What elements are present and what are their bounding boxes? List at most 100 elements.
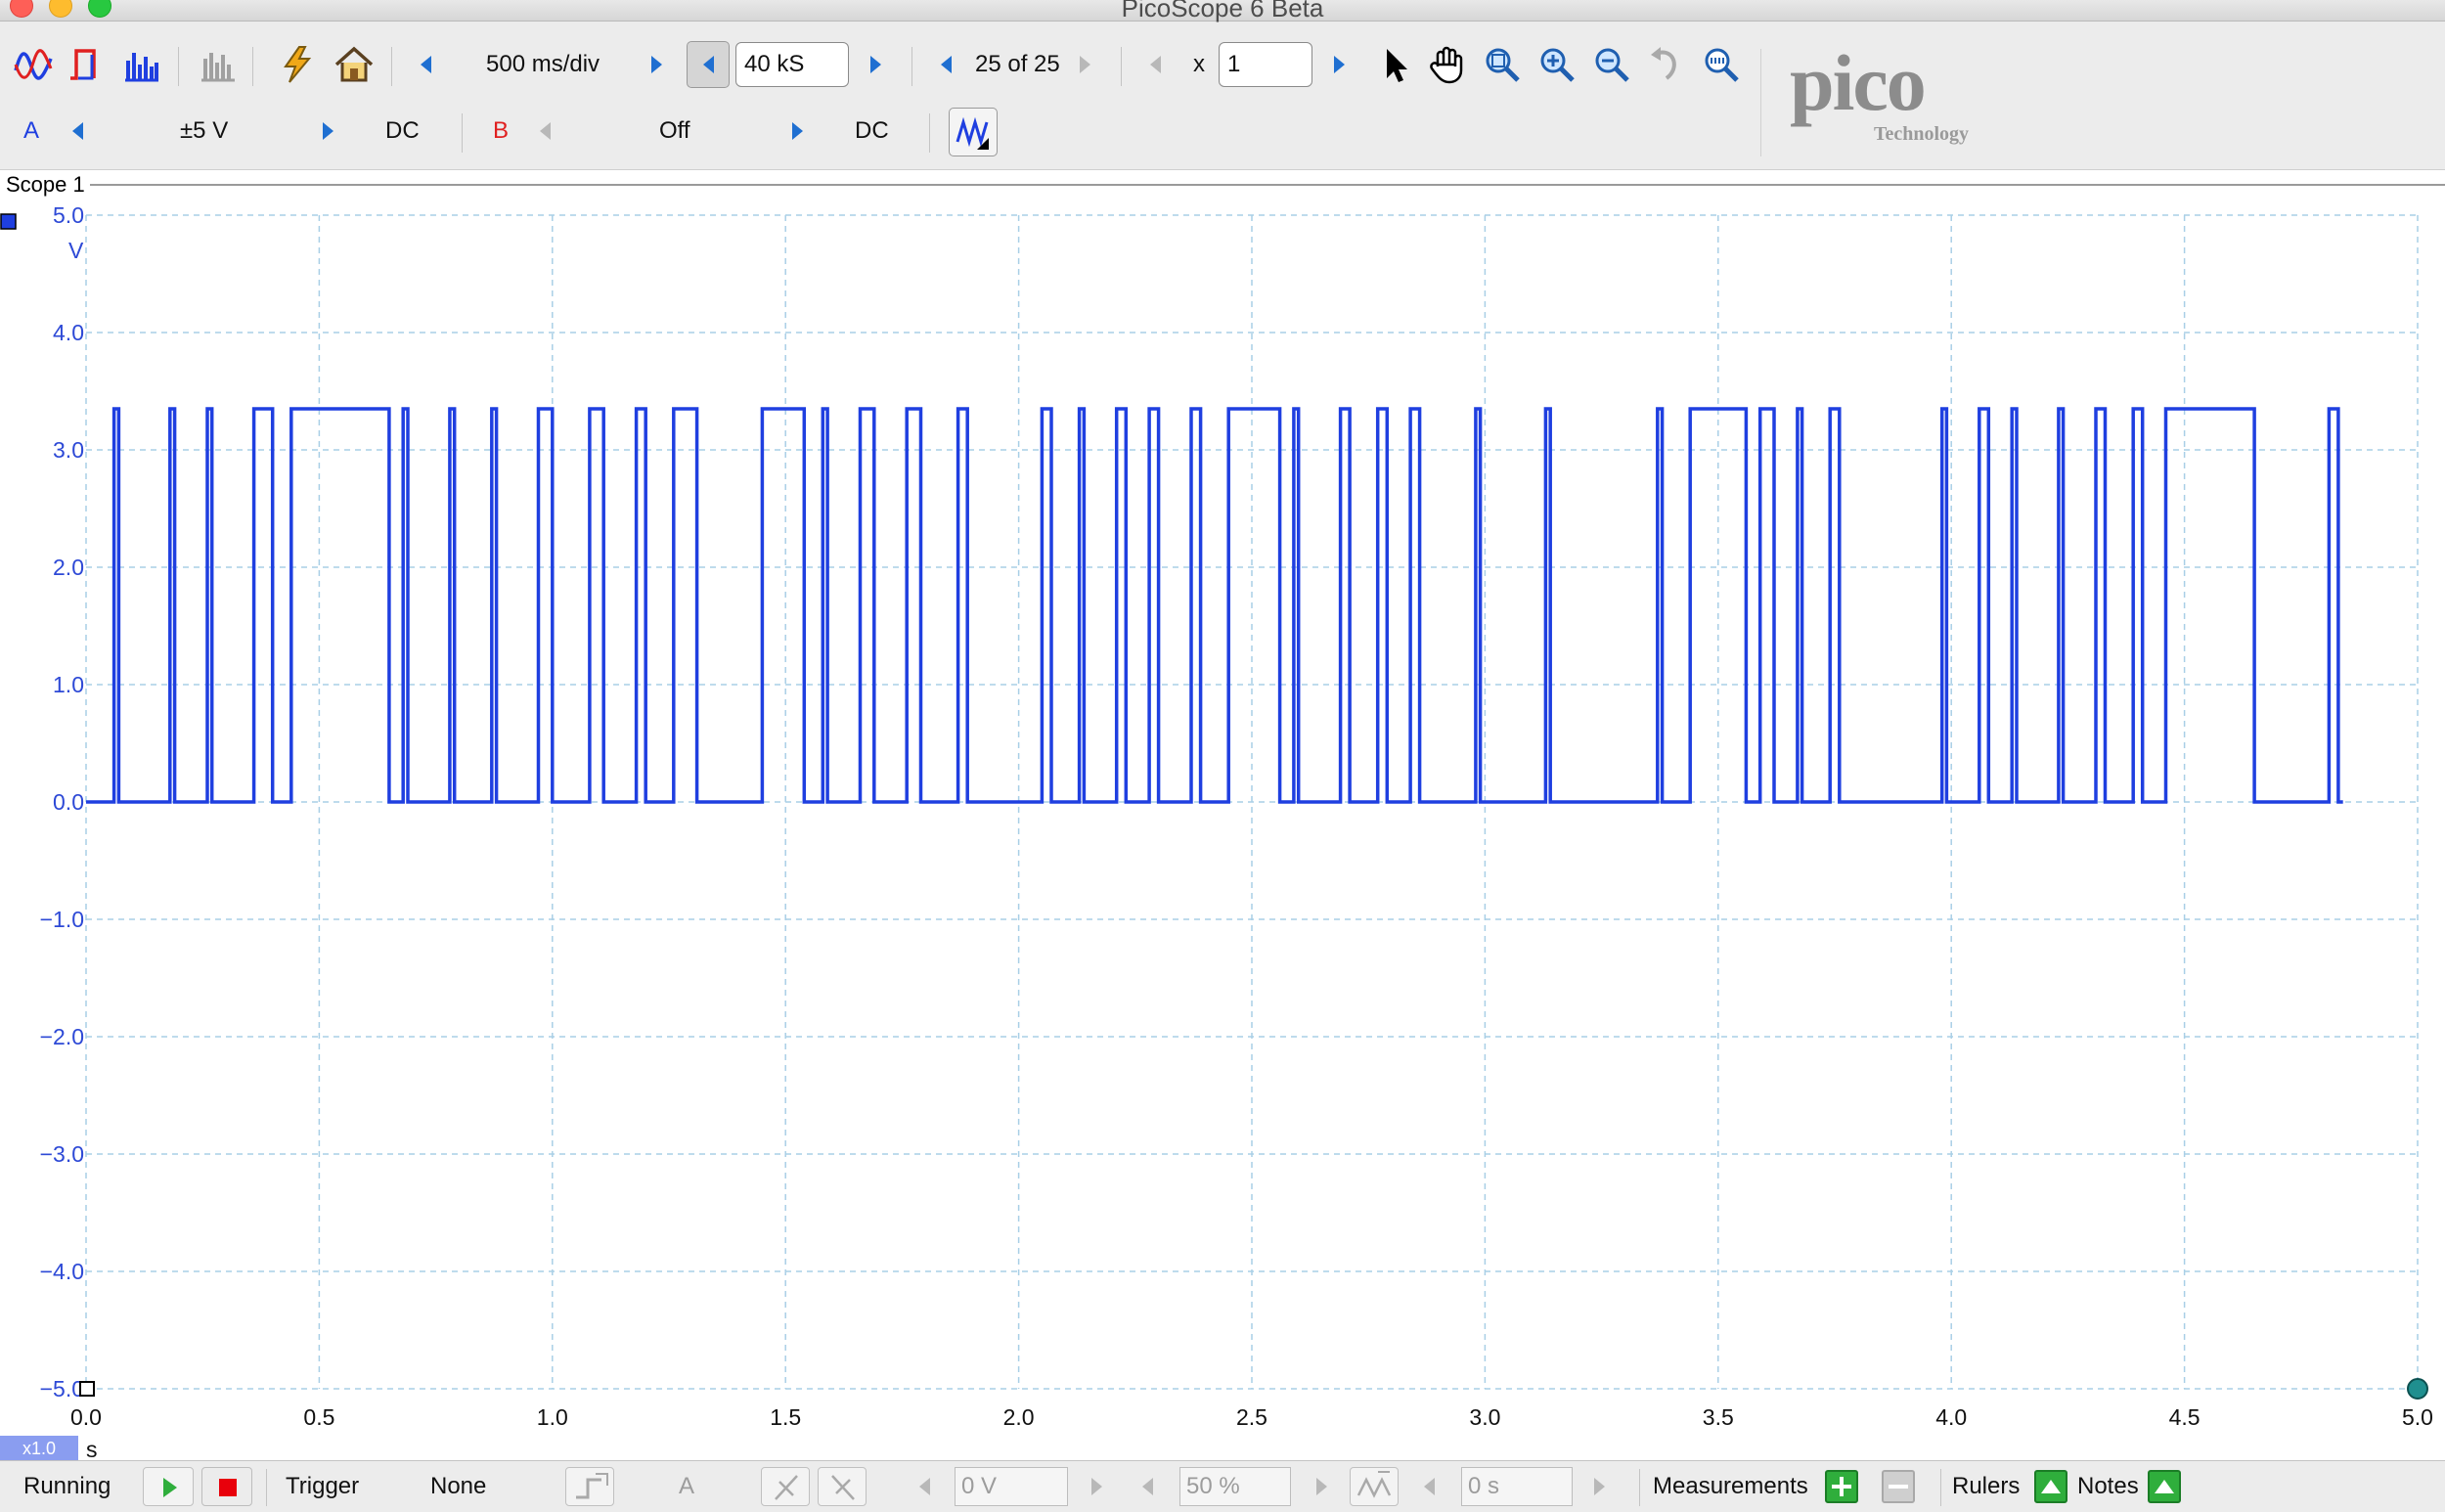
timebase-decrease-button[interactable]	[421, 56, 431, 73]
threshold-decrease-button[interactable]	[919, 1478, 930, 1495]
pretrigger-increase-button[interactable]	[1316, 1478, 1327, 1495]
channel-b-range-decrease-button[interactable]	[540, 122, 551, 140]
y-tick-label: 0.0	[53, 789, 84, 815]
x-tick-label: 5.0	[2402, 1404, 2433, 1430]
auto-setup-icon[interactable]	[276, 43, 319, 86]
rulers-toggle-button[interactable]	[2034, 1470, 2067, 1503]
buffer-previous-button[interactable]	[941, 56, 952, 73]
zoom-factor-input[interactable]: 1	[1219, 42, 1312, 87]
channel-a-range[interactable]: ±5 V	[180, 106, 228, 156]
pico-technology-logo: pico Technology	[1770, 37, 2024, 155]
zoom-factor-prefix: x	[1193, 51, 1205, 77]
y-tick-label: 5.0	[53, 202, 84, 228]
timebase-value[interactable]: 500 ms/div	[486, 39, 600, 90]
delay-decrease-button[interactable]	[1424, 1478, 1435, 1495]
timebase-increase-button[interactable]	[651, 56, 662, 73]
channel-a-label: A	[23, 117, 40, 144]
scope-view-title[interactable]: Scope 1	[6, 170, 89, 200]
channel-b-coupling[interactable]: DC	[855, 106, 889, 156]
buffer-next-button[interactable]	[1080, 56, 1090, 73]
toolbar-divider	[462, 113, 463, 153]
delay-increase-button[interactable]	[1594, 1478, 1605, 1495]
add-measurement-button[interactable]	[1825, 1470, 1858, 1503]
channel-b-range-increase-button[interactable]	[792, 122, 803, 140]
expand-up-icon	[2155, 1480, 2174, 1493]
waveform-options-icon	[956, 116, 989, 150]
start-button[interactable]	[143, 1467, 194, 1506]
x-tick-label: 3.5	[1703, 1404, 1734, 1430]
x-unit-label: s	[86, 1437, 98, 1460]
x-tick-label: 4.0	[1935, 1404, 1967, 1430]
statusbar-divider	[1639, 1469, 1640, 1506]
trigger-falling-button[interactable]	[818, 1467, 867, 1506]
trigger-mode-select[interactable]: None	[430, 1461, 486, 1512]
notes-toggle-button[interactable]	[2148, 1470, 2181, 1503]
channel-b-label: B	[493, 117, 510, 144]
rising-edge-icon	[576, 1473, 608, 1499]
channel-a-range-decrease-button[interactable]	[72, 122, 83, 140]
x-tick-label: 0.5	[303, 1404, 334, 1430]
y-tick-label: −1.0	[40, 907, 84, 932]
scope-mode-icon[interactable]	[12, 43, 55, 86]
zoom-factor-increase-button[interactable]	[1334, 56, 1345, 73]
waveform-chart[interactable]: 5.0 4.0 3.0 2.0 1.0 0.0 −1.0 −2.0 −3.0 −4.0 −5.0 V 0…	[0, 199, 2445, 1460]
channel-b-range[interactable]: Off	[659, 106, 690, 156]
y-tick-label: 4.0	[53, 320, 84, 345]
toolbar-divider	[178, 47, 179, 86]
y-tick-label: 2.0	[53, 555, 84, 580]
trigger-rising-button[interactable]	[761, 1467, 810, 1506]
channel-a-offset-marker[interactable]	[79, 1381, 95, 1397]
chevron-left-icon	[702, 56, 714, 73]
zoom-in-icon[interactable]	[1535, 43, 1578, 86]
scope-plot-area[interactable]: 5.0 4.0 3.0 2.0 1.0 0.0 −1.0 −2.0 −3.0 −4.0 −5.0 V 0…	[0, 199, 2445, 1460]
zoom-factor-decrease-button[interactable]	[1150, 56, 1161, 73]
x-tick-label: 1.5	[770, 1404, 801, 1430]
y-unit-label: V	[68, 238, 84, 263]
scope-view-header: Scope 1	[0, 169, 2445, 200]
select-tool-icon[interactable]	[1373, 43, 1416, 86]
threshold-increase-button[interactable]	[1091, 1478, 1102, 1495]
serial-decoding-icon[interactable]	[196, 43, 239, 86]
channel-a-range-increase-button[interactable]	[323, 122, 333, 140]
samples-input[interactable]: 40 kS	[735, 42, 849, 87]
zoom-to-fit-icon[interactable]	[1700, 43, 1743, 86]
samples-decrease-button[interactable]	[687, 41, 730, 88]
home-icon[interactable]	[333, 43, 376, 86]
pretrigger-input[interactable]: 50 %	[1179, 1467, 1291, 1506]
x-tick-label: 4.5	[2169, 1404, 2200, 1430]
y-tick-label: 3.0	[53, 437, 84, 463]
spectrum-mode-icon[interactable]	[119, 43, 162, 86]
buffer-position: 25 of 25	[975, 51, 1060, 77]
ruler-handle[interactable]	[2407, 1378, 2428, 1400]
remove-measurement-button[interactable]	[1882, 1470, 1915, 1503]
hand-tool-icon[interactable]	[1426, 43, 1469, 86]
x-tick-label: 3.0	[1469, 1404, 1500, 1430]
rulers-label: Rulers	[1952, 1473, 2021, 1499]
samples-increase-button[interactable]	[870, 56, 881, 73]
y-tick-label: −2.0	[40, 1024, 84, 1049]
y-tick-label: 1.0	[53, 672, 84, 697]
trigger-type-button[interactable]	[565, 1467, 614, 1506]
x-tick-label: 0.0	[70, 1404, 102, 1430]
toolbar-divider	[1121, 47, 1122, 86]
logo-subtitle: Technology	[1874, 123, 1970, 145]
trigger-channel-select[interactable]: A	[679, 1461, 694, 1512]
measurements-label: Measurements	[1653, 1473, 1808, 1499]
pretrigger-decrease-button[interactable]	[1142, 1478, 1153, 1495]
zoom-area-icon[interactable]	[1481, 43, 1524, 86]
channel-a-axis-marker[interactable]	[0, 213, 17, 230]
undo-zoom-icon[interactable]	[1645, 43, 1688, 86]
toolbar-divider	[911, 47, 912, 86]
channel-a-coupling[interactable]: DC	[385, 106, 420, 156]
minus-icon	[1889, 1485, 1908, 1489]
threshold-input[interactable]: 0 V	[955, 1467, 1068, 1506]
title-bar: PicoScope 6 Beta	[0, 0, 2445, 22]
zoom-out-icon[interactable]	[1590, 43, 1633, 86]
persistence-mode-icon[interactable]	[65, 43, 108, 86]
channel-options-button[interactable]	[949, 108, 998, 156]
toolbar-divider	[252, 47, 253, 86]
advanced-trigger-button[interactable]	[1350, 1467, 1399, 1506]
delay-input[interactable]: 0 s	[1461, 1467, 1573, 1506]
zoom-badge-label: x1.0	[22, 1439, 56, 1458]
stop-button[interactable]	[201, 1467, 252, 1506]
